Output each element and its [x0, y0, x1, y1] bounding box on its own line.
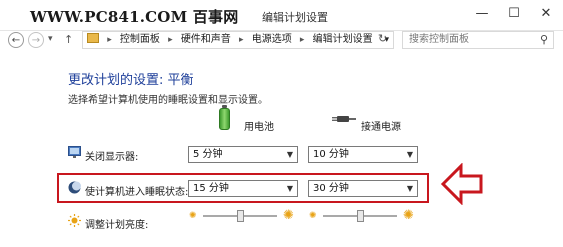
- column-plugged-in: 接通电源: [361, 122, 401, 133]
- back-button[interactable]: ←: [8, 32, 24, 48]
- control-panel-icon: [87, 33, 99, 43]
- plan-settings-panel: 更改计划的设置: 平衡 选择希望计算机使用的睡眠设置和显示设置。 用电池 接通电…: [0, 51, 563, 247]
- sleep-battery-select[interactable]: 15 分钟 ▼: [188, 180, 298, 197]
- breadcrumb-power-options[interactable]: 电源选项: [252, 34, 292, 45]
- recent-pages-button[interactable]: ▾: [48, 34, 53, 44]
- refresh-icon[interactable]: ↻: [378, 32, 387, 45]
- title-bar: WWW.PC841.COM 百事网 编辑计划设置 — ☐ ✕: [0, 0, 563, 31]
- brightness-battery-slider[interactable]: [203, 210, 277, 222]
- watermark: WWW.PC841.COM 百事网: [30, 8, 239, 26]
- breadcrumb-control-panel[interactable]: 控制面板: [120, 34, 160, 45]
- window-title: 编辑计划设置: [262, 11, 328, 24]
- breadcrumb-separator: ▸: [107, 35, 112, 45]
- highlight-arrow-icon: [440, 163, 483, 205]
- display-off-battery-select[interactable]: 5 分钟 ▼: [188, 146, 298, 163]
- maximize-button[interactable]: ☐: [505, 6, 523, 22]
- breadcrumb-separator: ▸: [299, 35, 305, 45]
- breadcrumb[interactable]: ▸ 控制面板 ▸ 硬件和声音 ▸ 电源选项 ▸ 编辑计划设置 ▾: [82, 31, 394, 49]
- column-battery: 用电池: [244, 122, 274, 133]
- search-icon[interactable]: ⚲: [540, 32, 548, 48]
- chevron-down-icon: ▼: [286, 150, 293, 159]
- minimize-button[interactable]: —: [473, 6, 491, 22]
- slider-thumb[interactable]: [357, 210, 364, 222]
- display-off-plugged-value: 10 分钟: [313, 149, 349, 160]
- bright-sun-icon: ✺: [283, 208, 294, 223]
- brightness-label: 调整计划亮度:: [85, 220, 149, 231]
- address-bar: ← → ▾ ↑ ▸ 控制面板 ▸ 硬件和声音 ▸ 电源选项 ▸ 编辑计划设置 ▾…: [0, 30, 563, 50]
- sleep-plugged-select[interactable]: 30 分钟 ▼: [308, 180, 418, 197]
- search-input[interactable]: 搜索控制面板 ⚲: [402, 31, 554, 49]
- window-controls: — ☐ ✕: [473, 6, 555, 22]
- up-button[interactable]: ↑: [64, 33, 73, 46]
- close-button[interactable]: ✕: [537, 6, 555, 22]
- chevron-down-icon: ▼: [406, 150, 413, 159]
- breadcrumb-separator: ▸: [168, 35, 173, 45]
- bright-sun-icon: ✺: [403, 208, 414, 223]
- search-placeholder: 搜索控制面板: [409, 34, 469, 45]
- page-title: 更改计划的设置: 平衡: [68, 73, 194, 88]
- breadcrumb-edit-plan[interactable]: 编辑计划设置: [313, 34, 373, 45]
- slider-thumb[interactable]: [237, 210, 244, 222]
- display-off-battery-value: 5 分钟: [193, 149, 223, 160]
- sleep-plugged-value: 30 分钟: [313, 183, 349, 194]
- sleep-battery-value: 15 分钟: [193, 183, 229, 194]
- breadcrumb-hardware-sound[interactable]: 硬件和声音: [181, 34, 231, 45]
- breadcrumb-separator: ▸: [239, 35, 244, 45]
- power-plug-icon: [332, 116, 356, 122]
- chevron-down-icon: ▼: [406, 184, 413, 193]
- battery-icon: [219, 105, 230, 130]
- forward-button[interactable]: →: [28, 32, 44, 48]
- brightness-icon: [68, 214, 81, 227]
- turn-off-display-label: 关闭显示器:: [85, 152, 139, 163]
- sleep-label: 使计算机进入睡眠状态:: [85, 187, 189, 198]
- moon-icon: [68, 181, 81, 194]
- page-description: 选择希望计算机使用的睡眠设置和显示设置。: [68, 95, 268, 106]
- display-off-plugged-select[interactable]: 10 分钟 ▼: [308, 146, 418, 163]
- dim-sun-icon: ✺: [189, 211, 197, 221]
- monitor-icon: [68, 146, 81, 158]
- brightness-plugged-slider[interactable]: [323, 210, 397, 222]
- dim-sun-icon: ✺: [309, 211, 317, 221]
- chevron-down-icon: ▼: [286, 184, 293, 193]
